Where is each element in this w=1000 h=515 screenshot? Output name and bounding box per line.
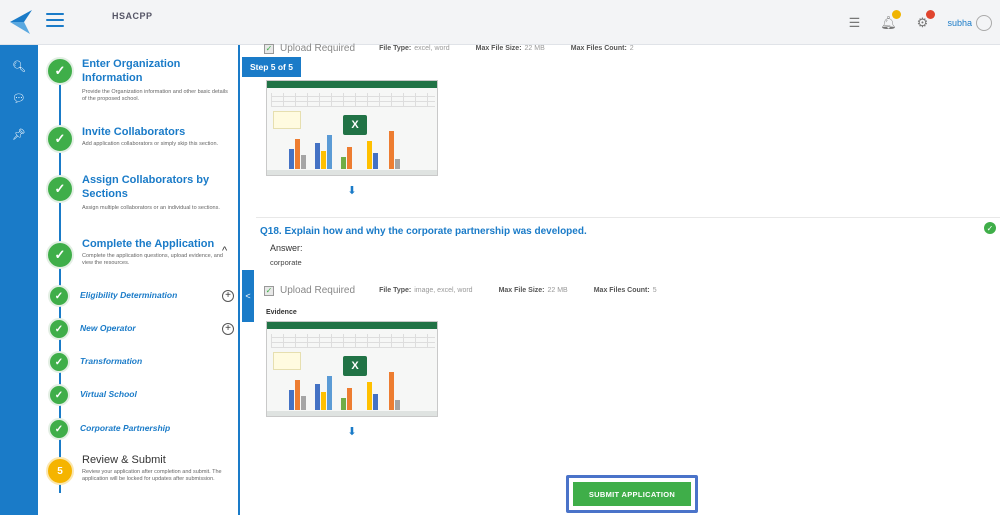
answer-label: Answer: [270, 243, 303, 253]
user-name[interactable]: subha [947, 18, 972, 28]
check-icon: ✓ [46, 57, 74, 85]
grid-menu-icon[interactable]: ☰ [845, 14, 863, 32]
alerts-icon[interactable]: ⚙︎ [913, 9, 936, 32]
step-description: Provide the Organization information and… [82, 89, 228, 102]
step-description: Complete the application questions, uplo… [82, 253, 223, 266]
brand-logo[interactable] [6, 8, 34, 36]
excel-file-icon: X [343, 356, 367, 376]
download-icon[interactable]: ⬇ [346, 184, 358, 197]
main-content: Step 5 of 5 ✓ Upload Required File Type:… [242, 43, 1000, 515]
collapse-panel-chevron-icon[interactable]: < [242, 270, 254, 322]
check-icon: ✓ [46, 175, 74, 203]
sub-step-new-operator[interactable]: ✓ New Operator + [48, 318, 238, 340]
sub-step-transformation[interactable]: ✓ Transformation [48, 351, 238, 373]
app-title: HSACPP [112, 11, 153, 21]
sub-step-eligibility-determination[interactable]: ✓ Eligibility Determination + [48, 285, 238, 307]
chevron-up-icon[interactable]: ^ [222, 245, 227, 257]
steps-panel: ✓ Enter Organization Information Provide… [38, 45, 240, 515]
submit-button-focus-ring: SUBMIT APPLICATION [566, 475, 698, 513]
step-description: Add application collaborators or simply … [82, 141, 219, 147]
add-section-icon[interactable]: + [222, 323, 234, 335]
check-icon: ✓ [48, 318, 70, 340]
step-progress-badge: Step 5 of 5 [242, 57, 301, 77]
step-title: Complete the Application [82, 238, 215, 250]
step-title: Review & Submit [82, 454, 166, 466]
question-card: Q18. Explain how and why the corporate p… [256, 217, 1000, 455]
user-avatar-icon[interactable] [976, 14, 992, 31]
upload-requirements: ✓ Upload Required File Type: image, exce… [264, 285, 657, 296]
upload-requirements-top: ✓ Upload Required File Type: excel, word… [264, 43, 634, 54]
step-number-badge: 5 [46, 457, 74, 485]
top-bar: HSACPP ☰ 🔔︎ ⚙︎ subha [0, 0, 1000, 45]
check-icon: ✓ [46, 125, 74, 153]
upload-required-checkbox[interactable]: ✓ [264, 43, 274, 54]
add-section-icon[interactable]: + [222, 290, 234, 302]
uploaded-file-thumbnail[interactable]: X [266, 80, 438, 176]
answer-value: corporate [270, 258, 302, 267]
pin-icon[interactable]: 📌︎ [0, 123, 38, 145]
step-description: Review your application after completion… [82, 469, 222, 482]
answered-check-icon: ✓ [984, 222, 996, 234]
excel-file-icon: X [343, 115, 367, 135]
question-title: Q18. Explain how and why the corporate p… [260, 226, 587, 237]
step-title: Enter Organization Information [82, 58, 181, 84]
check-icon: ✓ [48, 285, 70, 307]
evidence-file-thumbnail[interactable]: X [266, 321, 438, 417]
left-rail: 🔍︎ 💬︎ 📌︎ [0, 45, 38, 515]
step-title: Invite Collaborators [82, 126, 186, 138]
notifications-bell-icon[interactable]: 🔔︎ [879, 9, 902, 32]
step-description: Assign multiple collaborators or an indi… [82, 205, 220, 211]
check-icon: ✓ [48, 351, 70, 373]
submit-application-button[interactable]: SUBMIT APPLICATION [573, 482, 691, 506]
sub-step-virtual-school[interactable]: ✓ Virtual School [48, 384, 238, 406]
chat-icon[interactable]: 💬︎ [0, 87, 38, 109]
check-icon: ✓ [46, 241, 74, 269]
search-icon[interactable]: 🔍︎ [0, 55, 38, 77]
hamburger-menu-icon[interactable] [46, 13, 64, 29]
upload-required-checkbox[interactable]: ✓ [264, 285, 274, 296]
evidence-label: Evidence [266, 309, 297, 316]
check-icon: ✓ [48, 384, 70, 406]
step-title: Assign Collaborators by Sections [82, 174, 210, 200]
sub-step-corporate-partnership[interactable]: ✓ Corporate Partnership [48, 418, 238, 440]
download-icon[interactable]: ⬇ [346, 425, 358, 438]
check-icon: ✓ [48, 418, 70, 440]
